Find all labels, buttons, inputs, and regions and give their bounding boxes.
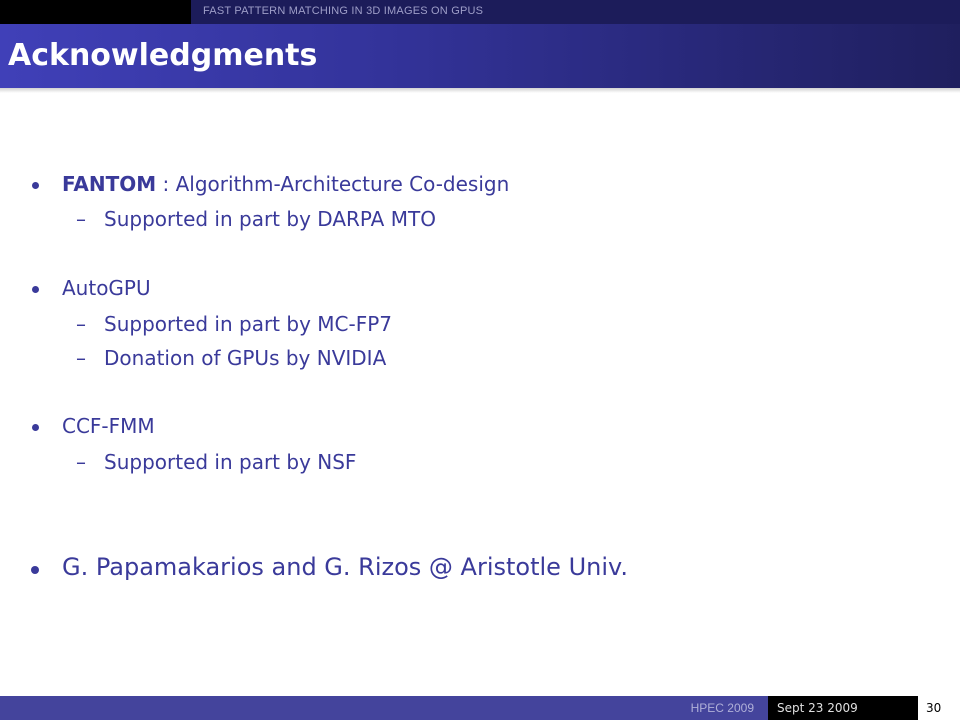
dash-ccf-sub-1: – — [76, 450, 86, 474]
footer-blue-block — [0, 696, 768, 720]
dash-fantom-sub-1: – — [76, 207, 86, 231]
item-thanks: G. Papamakarios and G. Rizos @ Aristotle… — [62, 553, 628, 581]
footer-date: Sept 23 2009 — [777, 701, 858, 715]
footer: HPEC 2009 Sept 23 2009 30 — [0, 696, 960, 720]
autogpu-sub-item-2: Donation of GPUs by NVIDIA — [104, 346, 387, 370]
item-fantom: FANTOM : Algorithm-Architecture Co-desig… — [62, 172, 509, 196]
slide-content: FANTOM : Algorithm-Architecture Co-desig… — [0, 0, 960, 720]
dash-autogpu-sub-1: – — [76, 312, 86, 336]
autogpu-sub-item-1: Supported in part by MC-FP7 — [104, 312, 392, 336]
item-ccf: CCF-FMM — [62, 414, 155, 438]
footer-conference: HPEC 2009 — [690, 701, 754, 715]
fantom-description: : Algorithm-Architecture Co-design — [156, 172, 510, 196]
dash-autogpu-sub-2: – — [76, 346, 86, 370]
bullet-autogpu — [32, 286, 39, 293]
fantom-name: FANTOM — [62, 172, 157, 196]
bullet-ccf — [32, 424, 39, 431]
bullet-fantom — [32, 182, 39, 189]
ccf-sub-item: Supported in part by NSF — [104, 450, 357, 474]
page-number: 30 — [926, 701, 942, 715]
item-autogpu: AutoGPU — [62, 276, 151, 300]
bullet-thanks — [31, 566, 39, 574]
fantom-sub-item: Supported in part by DARPA MTO — [104, 207, 436, 231]
